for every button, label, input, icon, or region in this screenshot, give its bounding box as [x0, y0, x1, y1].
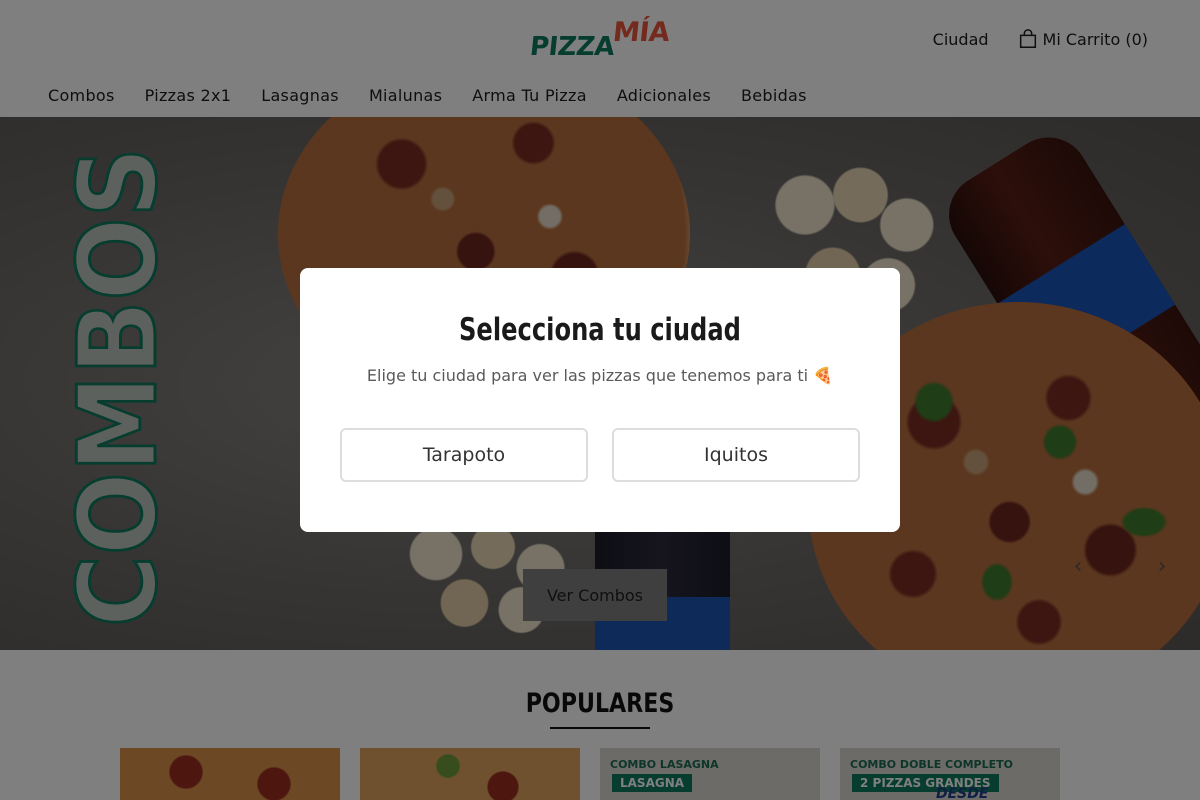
city-select-modal: Selecciona tu ciudad Elige tu ciudad par… — [300, 268, 900, 532]
modal-title: Selecciona tu ciudad — [459, 312, 741, 348]
modal-subtitle: Elige tu ciudad para ver las pizzas que … — [366, 366, 834, 385]
city-button-iquitos[interactable]: Iquitos — [612, 428, 860, 482]
city-button-tarapoto[interactable]: Tarapoto — [340, 428, 588, 482]
